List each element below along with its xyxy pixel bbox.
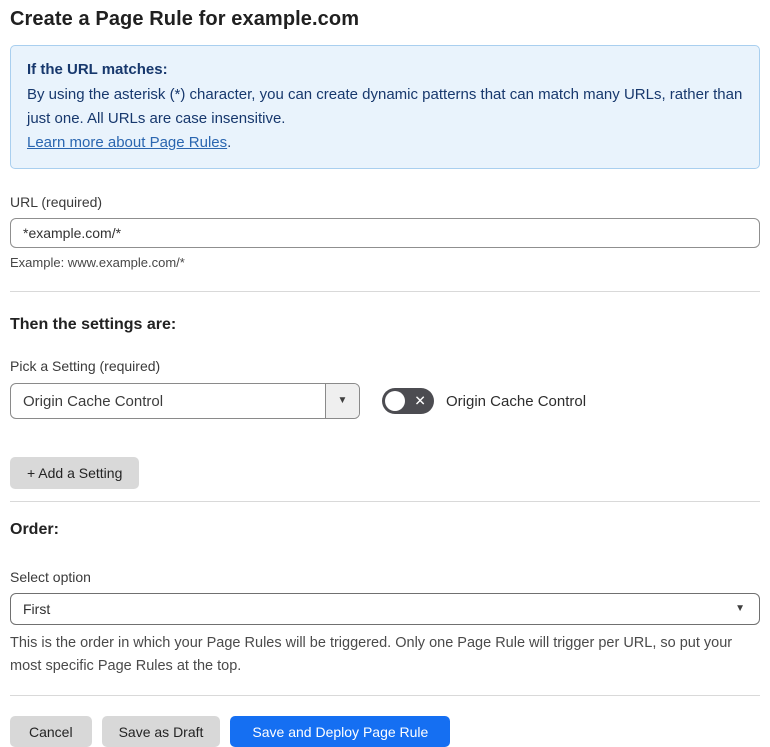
setting-row: Origin Cache Control ▼ ✕ Origin Cache Co…: [10, 383, 760, 419]
order-dropdown[interactable]: First ▼: [10, 593, 760, 625]
footer-actions: Cancel Save as Draft Save and Deploy Pag…: [10, 716, 760, 747]
create-page-rule-form: Create a Page Rule for example.com If th…: [0, 0, 770, 747]
save-and-deploy-button[interactable]: Save and Deploy Page Rule: [230, 716, 451, 747]
divider: [10, 695, 760, 696]
save-as-draft-button[interactable]: Save as Draft: [101, 716, 221, 747]
toggle-label: Origin Cache Control: [446, 392, 587, 410]
info-heading: If the URL matches:: [27, 61, 168, 78]
url-match-info-callout: If the URL matches: By using the asteris…: [10, 45, 760, 169]
info-link-line: Learn more about Page Rules.: [27, 131, 743, 155]
chevron-down-icon: ▼: [735, 603, 745, 614]
origin-cache-control-toggle[interactable]: ✕: [382, 388, 434, 414]
toggle-knob: [385, 391, 405, 411]
url-example-text: Example: www.example.com/*: [10, 255, 185, 270]
info-body-text: By using the asterisk (*) character, you…: [27, 86, 743, 127]
url-input[interactable]: [10, 218, 760, 248]
setting-dropdown-value: Origin Cache Control: [23, 392, 164, 410]
divider: [10, 291, 760, 292]
toggle-off-x-icon: ✕: [414, 392, 426, 409]
divider: [10, 501, 760, 502]
order-dropdown-value: First: [23, 601, 51, 617]
settings-section-heading: Then the settings are:: [10, 316, 177, 333]
setting-dropdown[interactable]: Origin Cache Control ▼: [10, 383, 360, 419]
page-title: Create a Page Rule for example.com: [10, 8, 360, 30]
order-section-heading: Order:: [10, 521, 59, 538]
cancel-button[interactable]: Cancel: [10, 716, 92, 747]
url-field-label: URL (required): [10, 194, 103, 210]
order-help-text: This is the order in which your Page Rul…: [10, 635, 733, 674]
chevron-down-icon: ▼: [337, 395, 348, 406]
learn-more-link[interactable]: Learn more about Page Rules: [27, 134, 227, 151]
pick-setting-label: Pick a Setting (required): [10, 358, 161, 374]
order-select-label: Select option: [10, 569, 91, 585]
setting-dropdown-arrow-button[interactable]: ▼: [325, 384, 359, 418]
link-suffix: .: [227, 134, 232, 151]
add-setting-button[interactable]: + Add a Setting: [10, 457, 140, 489]
